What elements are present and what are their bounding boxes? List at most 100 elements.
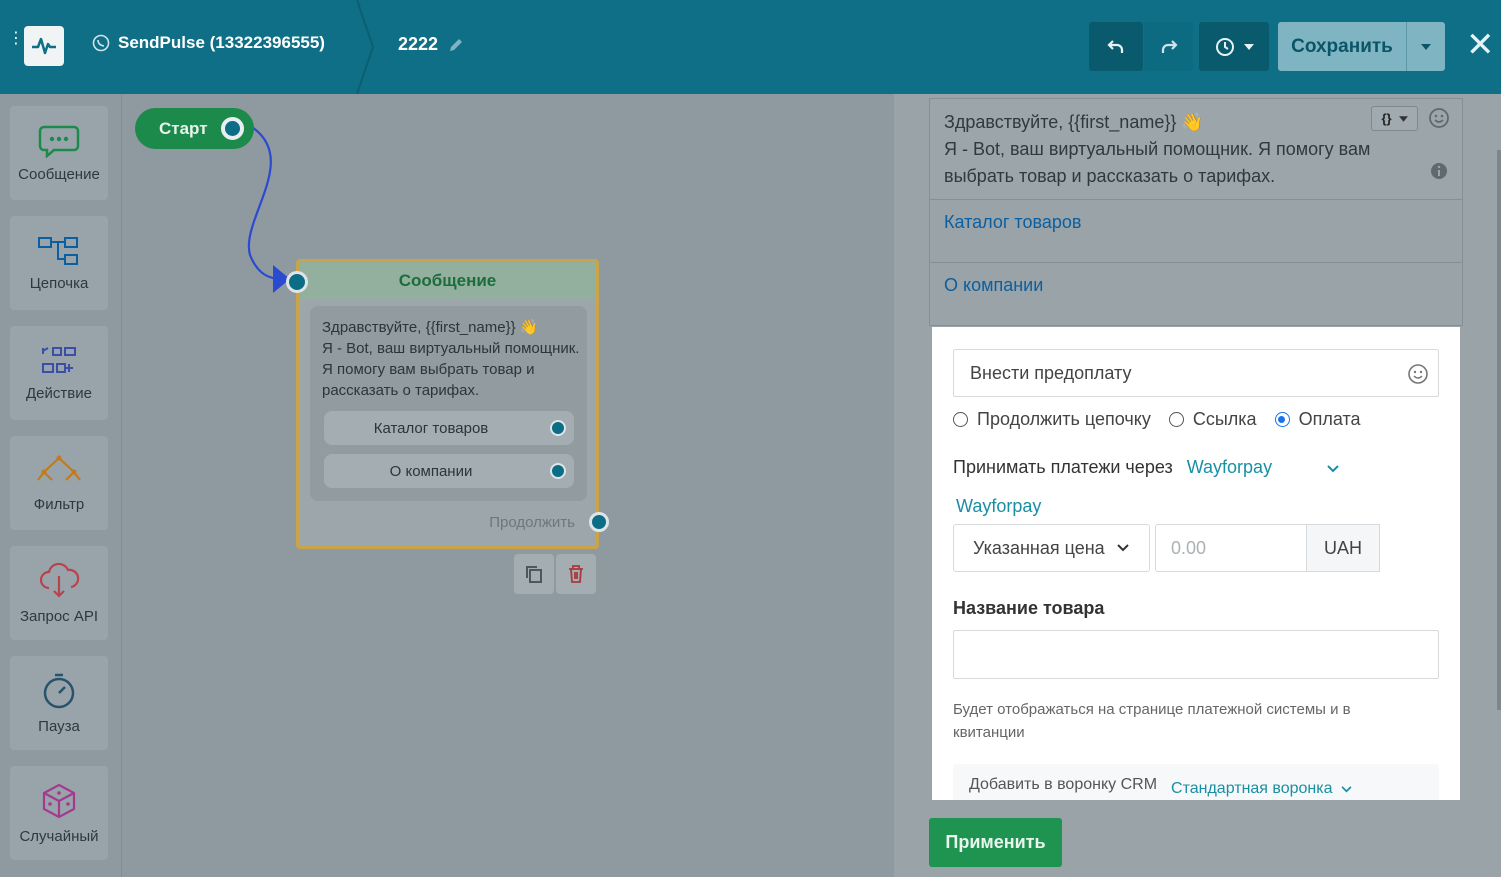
undo-button[interactable] xyxy=(1089,22,1143,71)
save-options-button[interactable] xyxy=(1406,22,1445,71)
chevron-down-icon xyxy=(1341,785,1352,792)
provider-link[interactable]: Wayforpay xyxy=(956,496,1041,517)
payment-provider-value: Wayforpay xyxy=(1186,457,1273,477)
button-output-port[interactable] xyxy=(550,463,566,479)
menu-dots-icon[interactable]: ⋮ xyxy=(8,31,24,47)
message-node[interactable]: Сообщение Здравствуйте, {{first_name}} 👋… xyxy=(286,259,609,549)
sidebar-item-message[interactable]: Сообщение xyxy=(10,106,108,200)
emoji-icon[interactable] xyxy=(1407,363,1429,385)
radio-circle[interactable] xyxy=(1168,412,1184,427)
trash-icon xyxy=(569,565,583,583)
sidebar-item-label: Запрос API xyxy=(19,607,99,625)
flow-name[interactable]: 2222 xyxy=(398,34,464,55)
cloud-api-icon xyxy=(39,562,80,598)
message-node-text: Здравствуйте, {{first_name}} 👋 Я - Bot, … xyxy=(322,317,580,401)
dice-icon xyxy=(42,783,76,818)
currency-label: UAH xyxy=(1307,524,1380,572)
crm-funnel-value: Стандартная воронка xyxy=(1171,780,1333,797)
emoji-icon[interactable] xyxy=(1428,107,1450,129)
redo-icon xyxy=(1161,39,1178,53)
caret-down-icon xyxy=(1421,43,1431,50)
node-button-label: О компании xyxy=(389,462,473,480)
sidebar-item-chain[interactable]: Цепочка xyxy=(10,216,108,310)
crm-funnel-row: Добавить в воронку CRM Стандартная ворон… xyxy=(953,764,1439,800)
undo-icon xyxy=(1107,39,1124,53)
panel-button-label: О компании xyxy=(944,275,1044,295)
editor-text-rest: Я - Bot, ваш виртуальный помощник. Я пом… xyxy=(944,139,1371,186)
sidebar-item-api[interactable]: Запрос API xyxy=(10,546,108,640)
variables-button-label: {} xyxy=(1381,111,1392,126)
payment-provider-row: Принимать платежи через Wayforpay xyxy=(953,457,1339,478)
panel-button-about[interactable]: О компании xyxy=(929,263,1463,326)
variables-button[interactable]: {} xyxy=(1371,106,1418,131)
copy-icon xyxy=(526,566,542,583)
copy-node-button[interactable] xyxy=(514,554,554,594)
button-type-radio-group: Продолжить цепочку Ссылка Оплата xyxy=(953,409,1361,430)
timer-icon xyxy=(43,673,75,708)
panel-button-catalog[interactable]: Каталог товаров xyxy=(929,200,1463,263)
history-button[interactable] xyxy=(1199,22,1269,71)
bot-name[interactable]: SendPulse (13322396555) xyxy=(92,33,325,53)
radio-link[interactable]: Ссылка xyxy=(1168,409,1257,430)
close-icon[interactable]: ✕ xyxy=(1466,28,1495,62)
radio-payment[interactable]: Оплата xyxy=(1274,409,1361,430)
save-button[interactable]: Сохранить xyxy=(1278,22,1406,71)
save-button-group: Сохранить xyxy=(1278,22,1445,71)
price-type-select[interactable]: Указанная цена xyxy=(953,524,1150,572)
logo-icon[interactable] xyxy=(24,26,64,66)
crm-label: Добавить в воронку CRM xyxy=(969,776,1158,793)
start-output-port[interactable] xyxy=(221,117,244,140)
chevron-down-icon xyxy=(1116,544,1129,552)
node-button-about[interactable]: О компании xyxy=(324,454,574,488)
breadcrumb-separator xyxy=(356,0,375,94)
node-button-label: Каталог товаров xyxy=(373,419,489,437)
sidebar-item-label: Действие xyxy=(26,384,92,402)
message-input-port[interactable] xyxy=(286,271,308,293)
payment-provider-select[interactable]: Wayforpay xyxy=(1187,457,1339,478)
sidebar-item-random[interactable]: Случайный xyxy=(10,766,108,860)
sidebar-item-label: Фильтр xyxy=(33,495,85,513)
caret-down-icon xyxy=(1244,43,1254,50)
product-name-input[interactable] xyxy=(953,630,1439,679)
button-editor-popup: Внести предоплату Продолжить цепочку Ссы… xyxy=(932,327,1460,800)
chevron-down-icon xyxy=(1327,465,1339,473)
continue-output-port[interactable] xyxy=(589,512,609,532)
message-text-rest: Я - Bot, ваш виртуальный помощник. Я пом… xyxy=(322,340,580,399)
info-icon[interactable] xyxy=(1430,162,1448,180)
redo-button[interactable] xyxy=(1144,22,1193,71)
panel-scrollbar[interactable] xyxy=(1497,150,1501,710)
sidebar-item-label: Сообщение xyxy=(18,165,100,183)
crm-funnel-select[interactable]: Стандартная воронка xyxy=(1171,776,1352,800)
whatsapp-icon xyxy=(92,34,110,52)
flow-name-label: 2222 xyxy=(398,34,439,54)
sidebar-item-pause[interactable]: Пауза xyxy=(10,656,108,750)
edit-pencil-icon[interactable] xyxy=(448,37,464,53)
top-bar: ⋮ SendPulse (13322396555) 2222 Сохранить… xyxy=(0,0,1501,94)
sidebar-item-label: Пауза xyxy=(38,717,80,735)
radio-continue-chain[interactable]: Продолжить цепочку xyxy=(953,409,1151,430)
button-text-value: Внести предоплату xyxy=(970,362,1132,383)
panel-button-label: Каталог товаров xyxy=(944,212,1082,232)
bot-name-label: SendPulse (13322396555) xyxy=(118,33,325,52)
apply-button[interactable]: Применить xyxy=(929,818,1062,867)
radio-label: Продолжить цепочку xyxy=(977,409,1151,429)
sidebar-item-filter[interactable]: Фильтр xyxy=(10,436,108,530)
product-name-hint: Будет отображаться на странице платежной… xyxy=(953,701,1351,741)
start-node[interactable]: Старт xyxy=(135,108,254,149)
sidebar: Сообщение Цепочка Действие Фильтр Запрос… xyxy=(0,94,122,877)
delete-node-button[interactable] xyxy=(556,554,596,594)
radio-circle[interactable] xyxy=(953,412,968,427)
message-node-title: Сообщение xyxy=(299,262,596,300)
button-text-input[interactable]: Внести предоплату xyxy=(953,349,1439,397)
price-input[interactable]: 0.00 xyxy=(1155,524,1307,572)
sidebar-item-action[interactable]: Действие xyxy=(10,326,108,420)
history-icon xyxy=(1216,37,1234,56)
continue-label: Продолжить xyxy=(489,514,575,531)
caret-down-icon xyxy=(1398,115,1408,122)
radio-circle-selected[interactable] xyxy=(1274,412,1290,427)
button-output-port[interactable] xyxy=(550,420,566,436)
action-icon xyxy=(42,346,76,373)
price-placeholder: 0.00 xyxy=(1171,537,1207,558)
node-button-catalog[interactable]: Каталог товаров xyxy=(324,411,574,445)
radio-label: Ссылка xyxy=(1192,409,1257,429)
